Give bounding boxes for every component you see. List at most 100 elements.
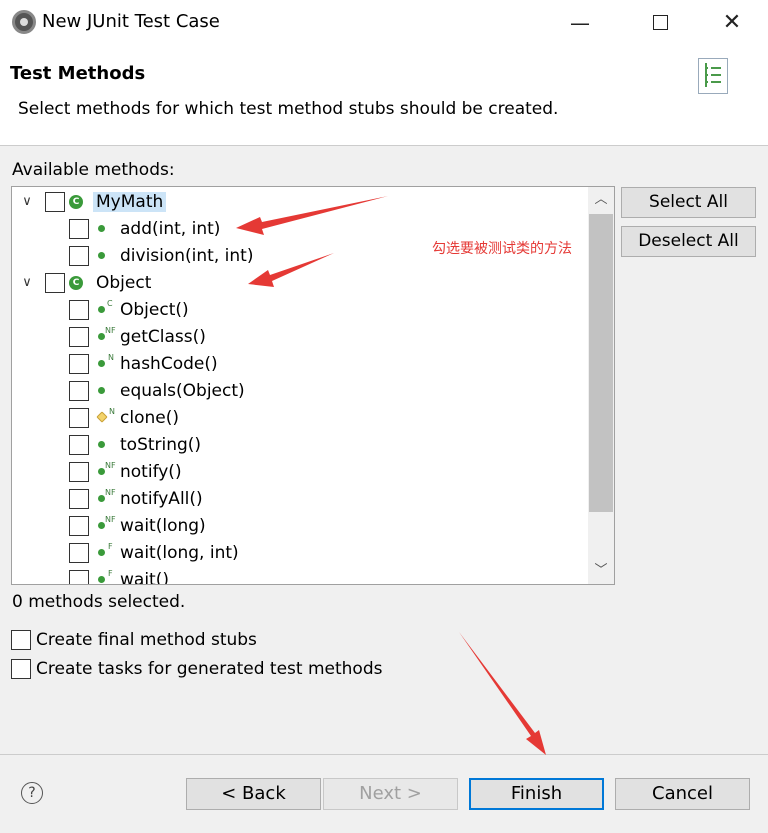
method-checkbox[interactable] xyxy=(69,434,89,455)
method-checkbox[interactable] xyxy=(69,245,89,266)
close-button[interactable]: ✕ xyxy=(712,8,752,38)
tree-row-method[interactable]: equals(Object) xyxy=(12,377,588,404)
method-checkbox[interactable] xyxy=(69,542,89,563)
method-label[interactable]: wait(long, int) xyxy=(120,543,239,563)
public-method-icon xyxy=(98,522,105,529)
scroll-up-icon[interactable]: ︿ xyxy=(588,187,614,213)
window-title: New JUnit Test Case xyxy=(42,11,220,32)
tree-row-method[interactable]: F wait(long, int) xyxy=(12,539,588,566)
modifier-badge: F xyxy=(108,542,113,551)
scrollbar-thumb[interactable] xyxy=(589,214,613,512)
modifier-badge: C xyxy=(107,299,113,308)
method-label[interactable]: clone() xyxy=(120,408,179,428)
back-button[interactable]: < Back xyxy=(186,778,321,810)
tree-row-method[interactable]: C Object() xyxy=(12,296,588,323)
tree-row-method[interactable]: toString() xyxy=(12,431,588,458)
modifier-badge: NF xyxy=(105,461,116,470)
modifier-badge: F xyxy=(108,569,113,578)
maximize-button[interactable] xyxy=(640,8,680,38)
method-label[interactable]: notify() xyxy=(120,462,182,482)
minimize-button[interactable]: — xyxy=(560,8,600,38)
footer-divider xyxy=(0,754,768,755)
class-checkbox-mymath[interactable] xyxy=(45,191,65,212)
class-icon: C xyxy=(69,275,83,290)
final-stubs-label[interactable]: Create final method stubs xyxy=(36,630,257,650)
method-label[interactable]: wait() xyxy=(120,570,169,585)
deselect-all-button[interactable]: Deselect All xyxy=(621,226,756,257)
annotation-text: 勾选要被测试类的方法 xyxy=(432,241,572,257)
method-label[interactable]: add(int, int) xyxy=(120,219,220,239)
tasks-label[interactable]: Create tasks for generated test methods xyxy=(36,659,382,679)
help-icon[interactable]: ? xyxy=(21,782,43,804)
tree-row-method[interactable]: NF wait(long) xyxy=(12,512,588,539)
modifier-badge: NF xyxy=(105,326,116,335)
public-method-icon xyxy=(98,495,105,502)
eclipse-icon xyxy=(12,10,36,34)
modifier-badge: N xyxy=(109,407,115,416)
final-stubs-checkbox[interactable] xyxy=(11,630,31,650)
public-method-icon xyxy=(98,225,105,232)
method-label[interactable]: division(int, int) xyxy=(120,246,253,266)
method-label[interactable]: notifyAll() xyxy=(120,489,203,509)
method-label[interactable]: equals(Object) xyxy=(120,381,245,401)
tree-row-class-object[interactable]: ∨ C Object xyxy=(12,269,588,296)
method-checkbox[interactable] xyxy=(69,515,89,536)
public-method-icon xyxy=(98,252,105,259)
tree-row-method[interactable]: N clone() xyxy=(12,404,588,431)
tree-row-method[interactable]: F wait() xyxy=(12,566,588,585)
method-checkbox[interactable] xyxy=(69,569,89,584)
arrow-to-finish xyxy=(459,632,546,755)
class-label[interactable]: MyMath xyxy=(93,191,167,212)
select-all-button[interactable]: Select All xyxy=(621,187,756,218)
public-method-icon xyxy=(98,360,105,367)
modifier-badge: NF xyxy=(105,488,116,497)
chevron-down-icon[interactable]: ∨ xyxy=(20,194,34,209)
modifier-badge: N xyxy=(108,353,114,362)
tasks-checkbox[interactable] xyxy=(11,659,31,679)
public-method-icon xyxy=(98,468,105,475)
public-method-icon xyxy=(98,333,105,340)
tree-row-method[interactable]: N hashCode() xyxy=(12,350,588,377)
selection-count: 0 methods selected. xyxy=(12,592,186,612)
public-method-icon xyxy=(98,549,105,556)
modifier-badge: NF xyxy=(105,515,116,524)
method-label[interactable]: Object() xyxy=(120,300,189,320)
method-checkbox[interactable] xyxy=(69,461,89,482)
page-description: Select methods for which test method stu… xyxy=(18,99,559,119)
next-button[interactable]: Next > xyxy=(323,778,458,810)
finish-button[interactable]: Finish xyxy=(469,778,604,810)
tree-row-class-mymath[interactable]: ∨ C MyMath xyxy=(12,188,588,215)
tree-scrollbar[interactable]: ︿ ﹀ xyxy=(588,187,614,584)
maximize-icon xyxy=(652,15,668,30)
method-checkbox[interactable] xyxy=(69,353,89,374)
method-checkbox[interactable] xyxy=(69,407,89,428)
class-checkbox-object[interactable] xyxy=(45,272,65,293)
test-methods-icon xyxy=(698,58,728,94)
title-bar: New JUnit Test Case — ✕ xyxy=(0,0,768,46)
tree-row-method[interactable]: NF getClass() xyxy=(12,323,588,350)
method-checkbox[interactable] xyxy=(69,488,89,509)
constructor-icon xyxy=(98,306,105,313)
protected-method-icon xyxy=(96,411,108,423)
chevron-down-icon[interactable]: ∨ xyxy=(20,275,34,290)
cancel-button[interactable]: Cancel xyxy=(615,778,750,810)
class-icon: C xyxy=(69,194,83,209)
page-title: Test Methods xyxy=(10,63,146,84)
public-method-icon xyxy=(98,576,105,583)
class-label[interactable]: Object xyxy=(96,273,151,293)
method-label[interactable]: wait(long) xyxy=(120,516,206,536)
public-method-icon xyxy=(98,441,105,448)
available-methods-label: Available methods: xyxy=(12,160,175,180)
method-checkbox[interactable] xyxy=(69,380,89,401)
method-checkbox[interactable] xyxy=(69,326,89,347)
method-checkbox[interactable] xyxy=(69,218,89,239)
method-label[interactable]: toString() xyxy=(120,435,201,455)
wizard-header: Test Methods Select methods for which te… xyxy=(0,46,768,146)
tree-row-method[interactable]: NF notify() xyxy=(12,458,588,485)
public-method-icon xyxy=(98,387,105,394)
method-label[interactable]: hashCode() xyxy=(120,354,218,374)
tree-row-method[interactable]: NF notifyAll() xyxy=(12,485,588,512)
scroll-down-icon[interactable]: ﹀ xyxy=(588,558,614,584)
method-label[interactable]: getClass() xyxy=(120,327,206,347)
method-checkbox[interactable] xyxy=(69,299,89,320)
